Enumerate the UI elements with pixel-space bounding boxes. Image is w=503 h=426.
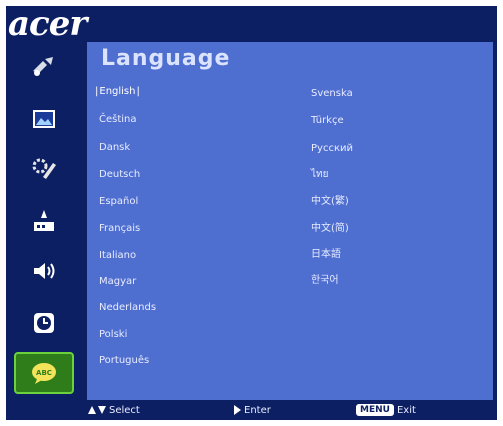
sidebar-item-timer[interactable] [14, 302, 74, 344]
menu-sidebar: ABC [6, 44, 82, 398]
up-down-arrows-icon [88, 406, 106, 414]
exit-label: Exit [396, 404, 416, 416]
language-option-russian[interactable]: Русский [311, 143, 353, 155]
acer-logo: acer [8, 6, 87, 44]
language-option-korean[interactable]: 한국어 [311, 275, 339, 287]
language-option-chinese-traditional[interactable]: 中文(繁) [311, 196, 349, 208]
svg-text:ABC: ABC [36, 369, 52, 377]
settings-icon [32, 158, 56, 179]
language-panel: Language English Čeština Dansk Deutsch E… [87, 42, 493, 400]
sidebar-item-audio[interactable] [14, 250, 74, 292]
image-adjust-icon [33, 57, 53, 76]
footer-bar: Select Enter MENU Exit [6, 400, 497, 420]
language-option-cestina[interactable]: Čeština [99, 114, 137, 126]
language-option-japanese[interactable]: 日本語 [311, 249, 341, 261]
language-option-chinese-simplified[interactable]: 中文(简) [311, 223, 349, 235]
exit-hint: MENU Exit [356, 403, 416, 417]
timer-icon [34, 313, 54, 333]
audio-icon [34, 263, 55, 279]
right-arrow-icon [234, 405, 241, 415]
language-option-deutsch[interactable]: Deutsch [99, 169, 140, 181]
sidebar-item-settings[interactable] [14, 148, 74, 190]
language-option-thai[interactable]: ไทย [311, 169, 328, 181]
language-option-nederlands[interactable]: Nederlands [99, 302, 156, 314]
page-title: Language [101, 46, 231, 71]
language-option-turkce[interactable]: Türkçe [311, 115, 344, 127]
language-option-svenska[interactable]: Svenska [311, 88, 353, 100]
management-icon [34, 210, 54, 231]
enter-hint: Enter [234, 403, 271, 417]
sidebar-item-image[interactable] [14, 46, 74, 88]
sidebar-item-picture[interactable] [14, 98, 74, 140]
language-option-polski[interactable]: Polski [99, 329, 127, 341]
language-option-magyar[interactable]: Magyar [99, 276, 136, 288]
menu-key-icon: MENU [356, 404, 394, 416]
language-option-dansk[interactable]: Dansk [99, 142, 130, 154]
language-option-espanol[interactable]: Español [99, 196, 138, 208]
language-option-english[interactable]: English [95, 86, 140, 98]
language-option-portugues[interactable]: Português [99, 355, 149, 367]
sidebar-item-management[interactable] [14, 200, 74, 242]
select-label: Select [109, 404, 140, 416]
osd-menu: acer ABC Language | English | Čeština Da… [6, 6, 497, 420]
language-option-italiano[interactable]: Italiano [99, 250, 136, 262]
enter-label: Enter [244, 404, 271, 416]
language-icon: ABC [32, 363, 56, 384]
language-option-francais[interactable]: Français [99, 223, 140, 235]
picture-icon [33, 110, 55, 128]
sidebar-item-language[interactable]: ABC [14, 352, 74, 394]
select-hint: Select [88, 403, 140, 417]
